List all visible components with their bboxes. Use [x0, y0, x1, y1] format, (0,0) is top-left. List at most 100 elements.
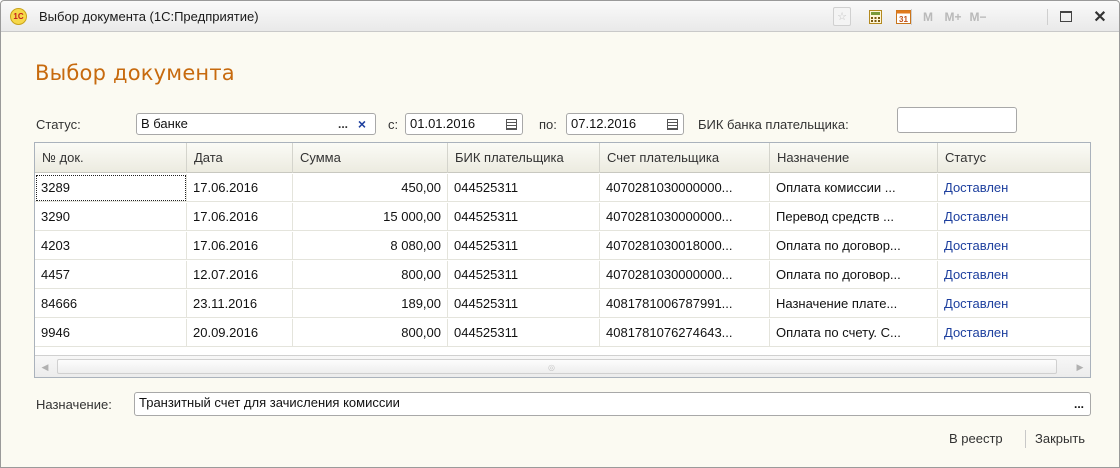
cell-doc-number: 3289	[35, 174, 187, 202]
close-icon[interactable]: ✕	[1091, 7, 1109, 26]
table-row[interactable]: 9946 20.09.2016 800,00 044525311 4081781…	[35, 319, 1090, 347]
horizontal-scrollbar[interactable]: ◀ ◎ ▶	[35, 355, 1090, 377]
status-field[interactable]: В банке ... ×	[136, 113, 376, 135]
table-row[interactable]: 84666 23.11.2016 189,00 044525311 408178…	[35, 290, 1090, 318]
date-to-value: 07.12.2016	[571, 116, 637, 131]
cell-payer-account: 4070281030000000...	[600, 261, 770, 289]
footer-divider	[1025, 430, 1026, 448]
cell-amount: 189,00	[293, 290, 448, 318]
column-header-payer-account[interactable]: Счет плательщика	[600, 143, 770, 173]
column-header-doc-number[interactable]: № док.	[35, 143, 187, 173]
cell-status: Доставлен	[944, 296, 1009, 311]
cell-date: 17.06.2016	[187, 174, 293, 202]
document-selection-window: 1С Выбор документа (1С:Предприятие) ☆ 31…	[0, 0, 1120, 468]
cell-status: Доставлен	[944, 180, 1009, 195]
toolbar-divider	[1047, 9, 1048, 25]
cell-date: 17.06.2016	[187, 203, 293, 231]
date-to-field[interactable]: 07.12.2016	[566, 113, 684, 135]
column-header-amount[interactable]: Сумма	[293, 143, 448, 173]
cell-status: Доставлен	[944, 209, 1009, 224]
table-row[interactable]: 4203 17.06.2016 8 080,00 044525311 40702…	[35, 232, 1090, 260]
cell-doc-number: 4457	[35, 261, 187, 289]
to-registry-button[interactable]: В реестр	[949, 431, 1003, 446]
column-header-date[interactable]: Дата	[187, 143, 293, 173]
cell-status: Доставлен	[944, 267, 1009, 282]
status-select-button[interactable]: ...	[333, 115, 353, 133]
date-from-field[interactable]: 01.01.2016	[405, 113, 523, 135]
cell-doc-number: 9946	[35, 319, 187, 347]
scroll-left-arrow-icon[interactable]: ◀	[38, 360, 52, 374]
status-label: Статус:	[36, 117, 81, 132]
memory-plus-button[interactable]: M+	[942, 7, 964, 26]
cell-doc-number: 4203	[35, 232, 187, 260]
cell-payer-account: 4081781076274643...	[600, 319, 770, 347]
cell-purpose: Оплата по счету. С...	[770, 319, 938, 347]
app-logo-icon: 1С	[10, 8, 27, 25]
documents-table[interactable]: № док. Дата Сумма БИК плательщика Счет п…	[34, 142, 1091, 378]
calendar-icon[interactable]	[663, 115, 681, 133]
calendar-icon[interactable]: 31	[894, 7, 912, 26]
cell-payer-bik: 044525311	[448, 232, 600, 260]
cell-status: Доставлен	[944, 238, 1009, 253]
cell-payer-account: 4070281030018000...	[600, 232, 770, 260]
cell-amount: 450,00	[293, 174, 448, 202]
purpose-select-button[interactable]: ...	[1069, 395, 1089, 413]
purpose-field[interactable]: Транзитный счет для зачисления комиссии …	[134, 392, 1091, 416]
column-header-purpose[interactable]: Назначение	[770, 143, 938, 173]
cell-amount: 8 080,00	[293, 232, 448, 260]
cell-date: 20.09.2016	[187, 319, 293, 347]
table-row[interactable]: 3290 17.06.2016 15 000,00 044525311 4070…	[35, 203, 1090, 231]
date-from-value: 01.01.2016	[410, 116, 476, 131]
cell-purpose: Оплата комиссии ...	[770, 174, 938, 202]
cell-payer-bik: 044525311	[448, 261, 600, 289]
maximize-icon[interactable]	[1057, 7, 1075, 26]
title-bar[interactable]: 1С Выбор документа (1С:Предприятие) ☆ 31…	[1, 1, 1119, 32]
cell-date: 17.06.2016	[187, 232, 293, 260]
favorites-icon[interactable]: ☆	[833, 7, 851, 26]
cell-payer-bik: 044525311	[448, 174, 600, 202]
cell-amount: 800,00	[293, 319, 448, 347]
memory-minus-button[interactable]: M−	[967, 7, 989, 26]
scrollbar-grip-icon: ◎	[548, 363, 555, 372]
table-header: № док. Дата Сумма БИК плательщика Счет п…	[35, 143, 1090, 173]
status-value: В банке	[141, 116, 188, 131]
cell-purpose: Назначение плате...	[770, 290, 938, 318]
cell-payer-bik: 044525311	[448, 203, 600, 231]
toolbar-divider	[911, 9, 912, 25]
cell-purpose: Оплата по договор...	[770, 261, 938, 289]
cell-payer-account: 4070281030000000...	[600, 174, 770, 202]
column-header-payer-bik[interactable]: БИК плательщика	[448, 143, 600, 173]
payer-bank-bik-label: БИК банка плательщика:	[698, 117, 849, 132]
scrollbar-thumb[interactable]: ◎	[57, 359, 1057, 374]
svg-text:31: 31	[899, 15, 908, 24]
column-header-status[interactable]: Статус	[938, 143, 1090, 173]
close-button[interactable]: Закрыть	[1035, 431, 1085, 446]
cell-payer-account: 4070281030000000...	[600, 203, 770, 231]
cell-payer-bik: 044525311	[448, 290, 600, 318]
cell-purpose: Оплата по договор...	[770, 232, 938, 260]
purpose-label: Назначение:	[36, 397, 112, 412]
table-row[interactable]: 4457 12.07.2016 800,00 044525311 4070281…	[35, 261, 1090, 289]
date-from-label: с:	[388, 117, 399, 132]
cell-doc-number: 3290	[35, 203, 187, 231]
cell-doc-number: 84666	[35, 290, 187, 318]
cell-amount: 800,00	[293, 261, 448, 289]
page-title: Выбор документа	[35, 61, 235, 85]
calculator-icon[interactable]	[867, 7, 884, 26]
cell-payer-account: 4081781006787991...	[600, 290, 770, 318]
scroll-right-arrow-icon[interactable]: ▶	[1073, 360, 1087, 374]
payer-bank-bik-input[interactable]	[897, 107, 1017, 133]
memory-button[interactable]: M	[921, 7, 935, 26]
cell-amount: 15 000,00	[293, 203, 448, 231]
cell-payer-bik: 044525311	[448, 319, 600, 347]
cell-purpose: Перевод средств ...	[770, 203, 938, 231]
cell-date: 12.07.2016	[187, 261, 293, 289]
date-to-label: по:	[539, 117, 557, 132]
calendar-icon[interactable]	[502, 115, 520, 133]
cell-status: Доставлен	[944, 325, 1009, 340]
cell-date: 23.11.2016	[187, 290, 293, 318]
purpose-value: Транзитный счет для зачисления комиссии	[139, 395, 400, 410]
window-title: Выбор документа (1С:Предприятие)	[39, 9, 259, 24]
status-clear-button[interactable]: ×	[353, 115, 371, 133]
table-row[interactable]: 3289 17.06.2016 450,00 044525311 4070281…	[35, 174, 1090, 202]
